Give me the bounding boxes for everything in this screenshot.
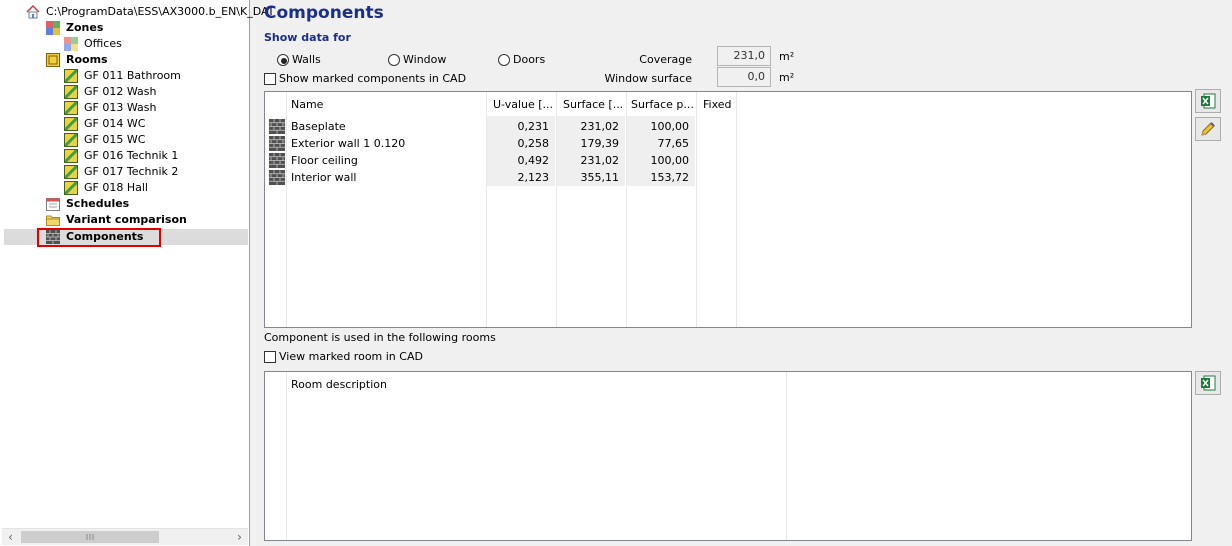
coverage-label: Coverage [639,53,692,66]
export-excel-button[interactable] [1195,89,1221,113]
column-header-u-value[interactable]: U-value [... [493,98,555,112]
folder-icon [46,215,60,226]
tree-schedules-label: Schedules [66,197,130,210]
export-rooms-excel-button[interactable] [1195,371,1221,395]
window-surface-field: 0,0 [717,67,771,87]
tree-offices-label: Offices [84,37,122,50]
scrollbar-thumb[interactable] [21,531,159,543]
cell-surface: 355,11 [580,171,620,184]
table-row[interactable]: Baseplate 0,231 231,02 100,00 [265,118,1191,135]
tree-room-label: GF 017 Technik 2 [84,165,179,178]
rooms-caption: Component is used in the following rooms [264,331,496,344]
column-header-surface-p[interactable]: Surface p... [631,98,693,112]
pencil-icon [1201,122,1215,136]
column-divider [286,372,287,540]
radio-circle[interactable] [498,54,510,66]
cell-name: Exterior wall 1 0.120 [291,137,406,150]
cell-surface-p: 100,00 [650,154,690,167]
cell-name: Interior wall [291,171,357,184]
excel-icon [1201,375,1216,391]
cell-u-value: 0,492 [517,154,550,167]
column-header-room-description[interactable]: Room description [291,378,591,392]
show-data-for-label: Show data for [264,31,351,44]
brick-wall-icon [269,136,285,151]
cell-fixed [703,118,733,135]
tree-variant-label: Variant comparison [66,213,187,226]
brick-wall-icon [269,119,285,134]
cell-u-value: 2,123 [517,171,550,184]
window-surface-label: Window surface [604,72,692,85]
brick-wall-icon [269,153,285,168]
tree-room-label: GF 015 WC [84,133,146,146]
tree-zones-label: Zones [66,21,104,34]
selection-highlight-box [37,228,161,247]
column-header-name[interactable]: Name [291,98,481,112]
zones-icon [46,21,60,35]
view-marked-room-label: View marked room in CAD [279,350,423,363]
checkbox-box[interactable] [264,73,276,85]
column-header-fixed[interactable]: Fixed [703,98,737,112]
room-icon [64,101,78,115]
zone-icon [64,37,78,51]
window-surface-unit: m² [779,71,795,84]
cell-surface: 231,02 [580,154,620,167]
cell-u-value: 0,231 [517,120,550,133]
tree-room-label: GF 014 WC [84,117,146,130]
cell-u-value: 0,258 [517,137,550,150]
tree-rooms-label: Rooms [66,53,108,66]
tree-room-label: GF 016 Technik 1 [84,149,179,162]
tree-room-label: GF 011 Bathroom [84,69,181,82]
house-icon [26,5,40,19]
tree-room-label: GF 018 Hall [84,181,148,194]
cell-surface: 179,39 [580,137,620,150]
cell-surface-p: 77,65 [657,137,690,150]
cell-surface: 231,02 [580,120,620,133]
column-header-surface[interactable]: Surface [... [563,98,625,112]
table-row[interactable]: Interior wall 2,123 355,11 153,72 [265,169,1191,186]
radio-doors-label: Doors [513,53,546,66]
brick-wall-icon [269,170,285,185]
radio-window-label: Window [403,53,447,66]
grip-icon [86,534,94,540]
checkbox-box[interactable] [264,351,276,363]
schedule-icon [46,198,60,211]
cell-fixed [703,152,733,169]
room-icon [64,165,78,179]
cell-name: Baseplate [291,120,346,133]
cell-fixed [703,135,733,152]
coverage-unit: m² [779,50,795,63]
tree-horizontal-scrollbar[interactable]: ‹ › [2,528,248,545]
tree-room-label: GF 013 Wash [84,101,157,114]
room-icon [64,69,78,83]
cell-surface-p: 100,00 [650,120,690,133]
rooms-table[interactable]: Room description [264,371,1192,541]
tree-root-label: C:\ProgramData\ESS\AX3000.b_EN\K_DAT [46,5,275,18]
coverage-field: 231,0 [717,46,771,66]
edit-button[interactable] [1195,117,1221,141]
cell-fixed [703,169,733,186]
scroll-right-icon[interactable]: › [231,529,248,546]
cell-name: Floor ceiling [291,154,358,167]
show-marked-components-label: Show marked components in CAD [279,72,467,85]
radio-walls-label: Walls [292,53,321,66]
room-icon [64,133,78,147]
column-divider [786,372,787,540]
page-title: Components [264,3,384,23]
room-icon [64,149,78,163]
navigation-tree[interactable]: C:\ProgramData\ESS\AX3000.b_EN\K_DAT Zon… [0,0,274,546]
table-row[interactable]: Exterior wall 1 0.120 0,258 179,39 77,65 [265,135,1191,152]
excel-icon [1201,93,1216,109]
radio-selected-dot [281,58,287,64]
rooms-icon [46,53,60,67]
radio-circle[interactable] [388,54,400,66]
room-icon [64,181,78,195]
table-row[interactable]: Floor ceiling 0,492 231,02 100,00 [265,152,1191,169]
radio-circle[interactable] [277,54,289,66]
components-table[interactable]: Name U-value [... Surface [... Surface p… [264,91,1192,328]
scroll-left-icon[interactable]: ‹ [2,529,19,546]
room-icon [64,117,78,131]
tree-room-label: GF 012 Wash [84,85,157,98]
cell-surface-p: 153,72 [650,171,690,184]
room-icon [64,85,78,99]
